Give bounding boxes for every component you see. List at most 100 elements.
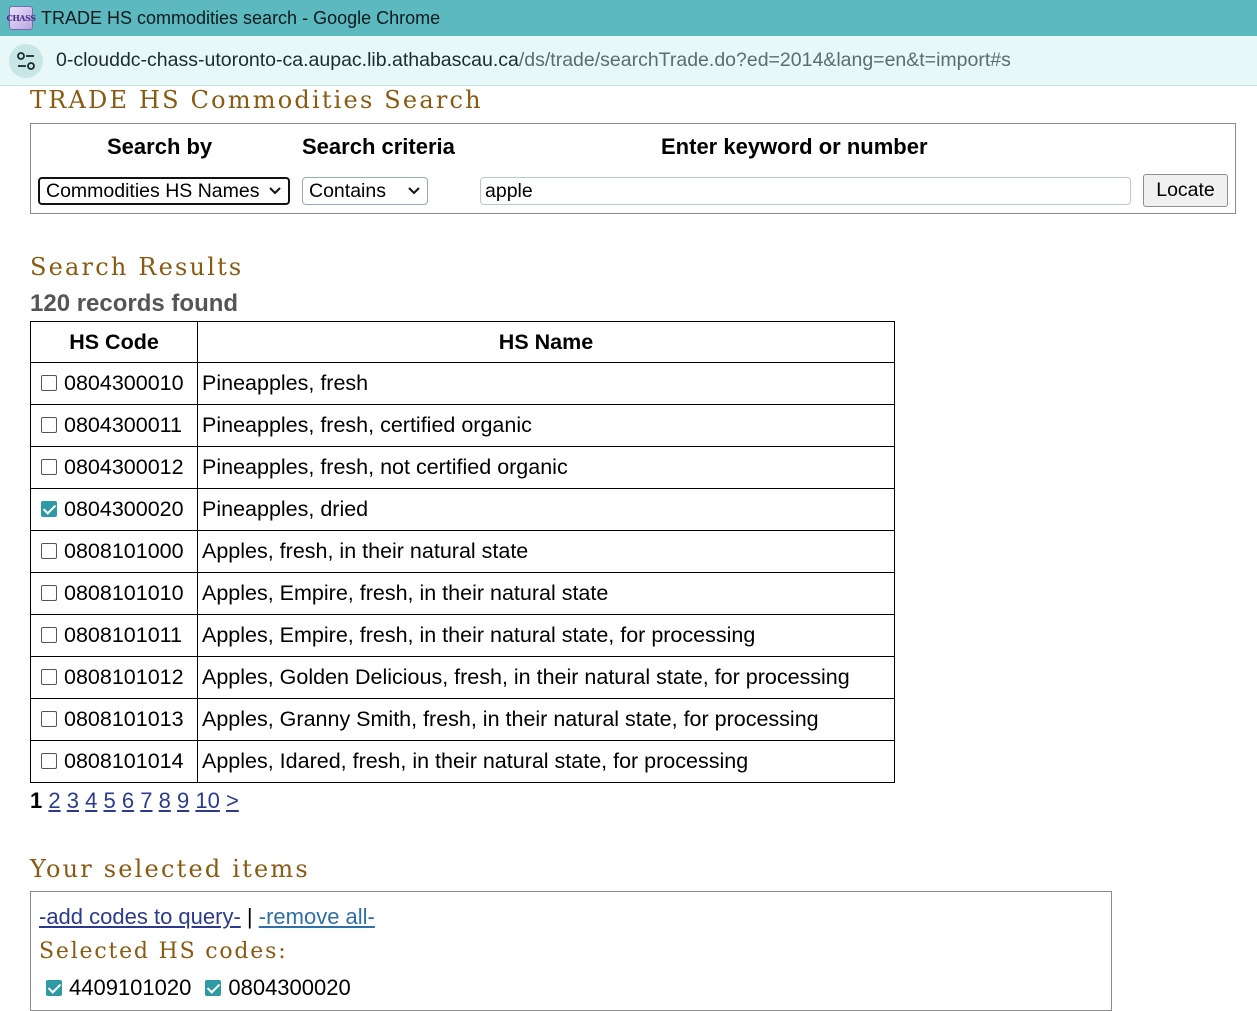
hs-code-cell: 0808101011 [30,614,198,657]
row-checkbox[interactable] [41,585,57,601]
row-checkbox[interactable] [41,753,57,769]
locate-button[interactable]: Locate [1143,174,1228,207]
selected-items-panel: -add codes to query- | -remove all- Sele… [30,891,1112,1011]
hs-code-cell: 0808101013 [30,698,198,741]
hs-name-cell: Pineapples, fresh, not certified organic [197,446,895,489]
search-criteria-label: Search criteria [302,134,455,159]
window-titlebar: CHASS TRADE HS commodities search - Goog… [0,0,1257,36]
search-criteria-value: Contains [309,179,386,202]
next-page-link[interactable]: > [226,788,239,813]
chevron-down-icon [269,187,281,195]
page-link-4[interactable]: 4 [85,788,97,813]
selected-code-item: 0804300020 [205,975,351,1001]
hs-name-cell: Apples, Empire, fresh, in their natural … [197,572,895,615]
table-header-row: HS Code HS Name [30,321,895,363]
hs-code: 0808101014 [64,749,184,773]
table-row: 0808101010 Apples, Empire, fresh, in thei… [30,572,895,615]
table-row: 0808101000 Apples, fresh, in their natura… [30,530,895,573]
row-checkbox[interactable] [41,459,57,475]
search-criteria-select[interactable]: Contains [302,177,428,205]
page-link-2[interactable]: 2 [48,788,60,813]
keyword-input[interactable]: apple [480,177,1131,205]
row-checkbox[interactable] [41,501,57,517]
hs-code-cell: 0804300010 [30,362,198,405]
hs-code: 0804300012 [64,455,184,479]
page-link-7[interactable]: 7 [140,788,152,813]
column-header-hs-name: HS Name [197,321,895,363]
page-link-6[interactable]: 6 [122,788,134,813]
hs-code-cell: 0808101010 [30,572,198,615]
hs-code-cell: 0804300020 [30,488,198,531]
keyword-label: Enter keyword or number [661,134,928,159]
table-row: 0808101012 Apples, Golden Delicious, fres… [30,656,895,699]
hs-code: 0804300011 [64,413,182,437]
pagination: 1 2 3 4 5 6 7 8 9 10 > [30,788,239,814]
add-codes-link[interactable]: -add codes to query- [39,904,241,929]
search-by-label: Search by [107,134,213,159]
hs-name-cell: Pineapples, fresh [197,362,895,405]
results-table: HS Code HS Name 0804300010 Pineapples, fr… [30,321,895,783]
table-row: 0804300010 Pineapples, fresh [30,362,895,405]
hs-code-cell: 0808101012 [30,656,198,699]
table-row: 0808101014 Apples, Idared, fresh, in thei… [30,740,895,783]
page-link-9[interactable]: 9 [177,788,189,813]
url-host: 0-clouddc-chass-utoronto-ca.aupac.lib.at… [56,49,519,71]
search-panel: Search by Search criteria Enter keyword … [30,123,1236,214]
address-bar: 0-clouddc-chass-utoronto-ca.aupac.lib.at… [0,36,1257,86]
selected-code: 0804300020 [228,975,351,1000]
table-row: 0808101011 Apples, Empire, fresh, in thei… [30,614,895,657]
hs-name-cell: Pineapples, dried [197,488,895,531]
row-checkbox[interactable] [41,417,57,433]
row-checkbox[interactable] [41,543,57,559]
url-path: /ds/trade/searchTrade.do?ed=2014&lang=en… [518,49,1011,71]
actions-separator: | [246,904,253,929]
selected-actions: -add codes to query- | -remove all- [39,904,375,930]
column-header-hs-code: HS Code [30,321,198,363]
selected-codes-list: 4409101020 0804300020 [46,975,351,1001]
table-row: 0804300012 Pineapples, fresh, not certifi… [30,446,895,489]
selected-codes-label: Selected HS codes: [39,939,288,964]
row-checkbox[interactable] [41,375,57,391]
selected-code-checkbox[interactable] [46,980,62,996]
hs-code: 0804300010 [64,371,184,395]
row-checkbox[interactable] [41,669,57,685]
chevron-down-icon [408,187,420,195]
hs-code: 0808101013 [64,707,184,731]
selected-code: 4409101020 [69,975,192,1000]
hs-code: 0808101000 [64,539,184,563]
hs-code-cell: 0808101014 [30,740,198,783]
search-results-heading: Search Results [30,253,244,281]
search-by-select[interactable]: Commodities HS Names [38,177,290,205]
page-link-5[interactable]: 5 [104,788,116,813]
records-count: 120 records found [30,290,239,317]
hs-name-cell: Apples, Empire, fresh, in their natural … [197,614,895,657]
page-link-8[interactable]: 8 [159,788,171,813]
table-row: 0804300011 Pineapples, fresh, certified o… [30,404,895,447]
selected-code-item: 4409101020 [46,975,191,1001]
site-info-icon[interactable] [9,43,43,78]
page-link-3[interactable]: 3 [67,788,79,813]
current-page: 1 [30,788,43,813]
hs-name-cell: Apples, Idared, fresh, in their natural … [197,740,895,783]
hs-code: 0808101012 [64,665,184,689]
page-link-10[interactable]: 10 [195,788,219,813]
table-row: 0804300020 Pineapples, dried [30,488,895,531]
hs-code: 0804300020 [64,497,184,521]
remove-all-link[interactable]: -remove all- [259,904,375,929]
hs-name-cell: Apples, fresh, in their natural state [197,530,895,573]
hs-code: 0808101010 [64,581,184,605]
hs-code-cell: 0804300011 [30,404,198,447]
table-row: 0808101013 Apples, Granny Smith, fresh, i… [30,698,895,741]
hs-code-cell: 0808101000 [30,530,198,573]
hs-name-cell: Apples, Granny Smith, fresh, in their na… [197,698,895,741]
page-title: TRADE HS Commodities Search [30,86,483,114]
selected-items-heading: Your selected items [30,855,310,883]
tune-icon [17,51,35,70]
row-checkbox[interactable] [41,711,57,727]
row-checkbox[interactable] [41,627,57,643]
selected-code-checkbox[interactable] [205,980,222,996]
url-field[interactable]: 0-clouddc-chass-utoronto-ca.aupac.lib.at… [56,49,1011,72]
hs-name-cell: Apples, Golden Delicious, fresh, in thei… [197,656,895,699]
chass-favicon-icon: CHASS [7,6,36,30]
hs-code-cell: 0804300012 [30,446,198,489]
